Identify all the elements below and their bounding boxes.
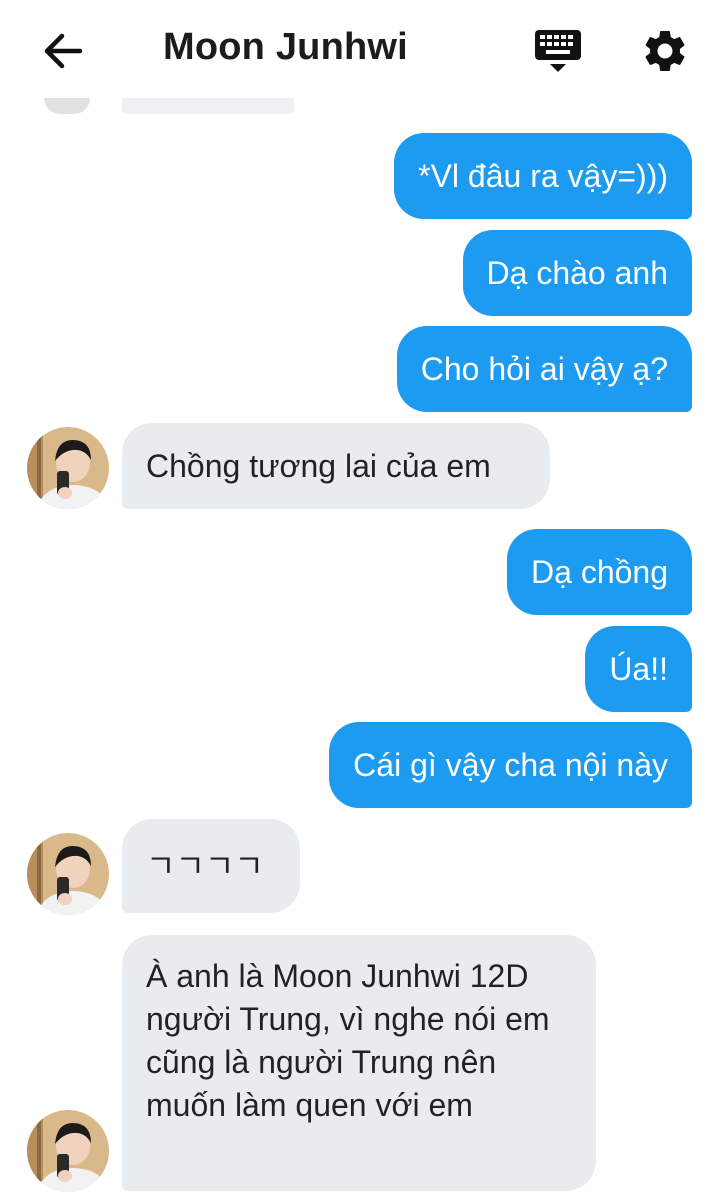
profile-photo [27,833,109,915]
message-bubble-outgoing[interactable]: Cho hỏi ai vậy ạ? [396,326,692,412]
message-bubble-incoming[interactable]: ㄱㄱㄱㄱ [122,819,300,913]
message-bubble-outgoing[interactable]: Úa!! [585,626,692,712]
chat-header: Moon Junhwi [0,0,720,100]
message-bubble-incoming[interactable]: Chồng tương lai của em [122,423,550,509]
message-bubble-partial [122,98,294,114]
avatar[interactable] [27,1110,109,1192]
message-bubble-outgoing[interactable]: Cái gì vậy cha nội này [329,722,692,808]
message-bubble-outgoing[interactable]: *Vl đâu ra vậy=))) [394,133,692,219]
message-bubble-outgoing[interactable]: Dạ chào anh [462,230,692,316]
keyboard-icon [535,30,581,72]
profile-photo [27,427,109,509]
message-bubble-incoming[interactable]: À anh là Moon Junhwi 12D người Trung, vì… [122,935,596,1191]
avatar[interactable] [44,98,90,114]
settings-button[interactable] [640,26,690,76]
chat-title: Moon Junhwi [163,26,408,68]
gear-icon [645,30,685,72]
profile-photo [27,1110,109,1192]
arrow-left-icon [44,33,83,69]
avatar[interactable] [27,833,109,915]
message-bubble-outgoing[interactable]: Dạ chồng [507,529,692,615]
back-button[interactable] [40,28,86,74]
avatar[interactable] [27,427,109,509]
keyboard-button[interactable] [533,26,583,76]
